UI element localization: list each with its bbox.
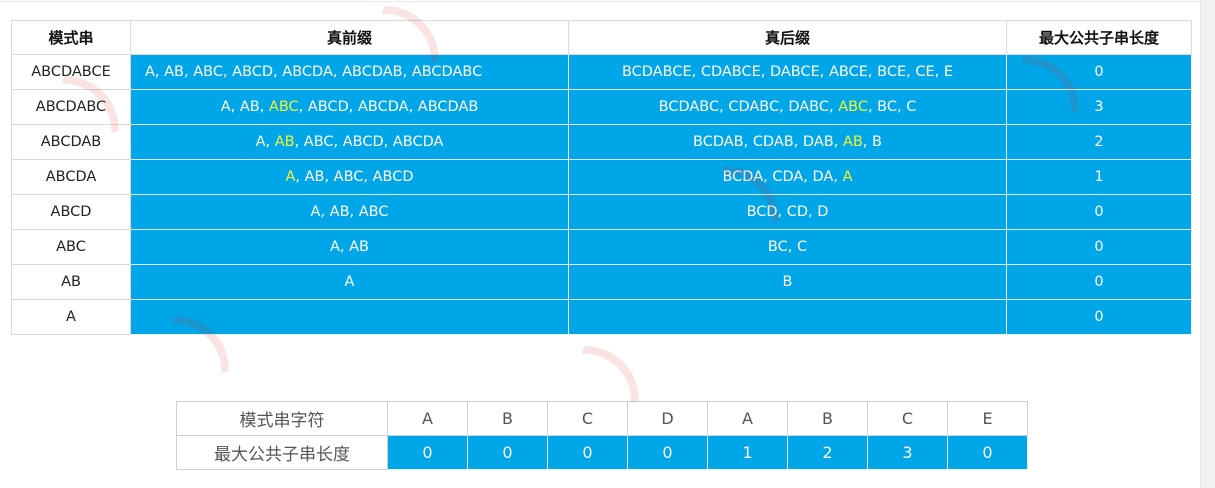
- vertical-scrollbar[interactable]: [1200, 0, 1215, 488]
- pattern-char-cell: A: [387, 401, 468, 436]
- prefix-text: A, AB, ABC: [310, 204, 389, 220]
- pattern-char-cell: B: [467, 401, 548, 436]
- table-row: A0: [11, 299, 1192, 335]
- prefix-cell: A, AB, ABC, ABCD, ABCDA, ABCDAB: [130, 89, 569, 125]
- highlighted-common-substring: ABC: [268, 99, 299, 115]
- table-row: ABCDAB A, AB, ABC, ABCD, ABCDA BCDAB, CDAB…: [11, 124, 1192, 160]
- pattern-char-cell: D: [627, 401, 708, 436]
- length-value-cell: 0: [467, 435, 548, 470]
- max-length-cell: 0: [1006, 194, 1192, 230]
- length-row: 最大公共子串长度 00001230: [176, 435, 1028, 470]
- char-row-label: 模式串字符: [176, 401, 388, 436]
- length-row-label: 最大公共子串长度: [176, 435, 388, 470]
- char-row: 模式串字符 ABCDABCE: [176, 401, 1028, 436]
- prefix-text: , ABCD, ABCDA, ABCDAB: [298, 99, 479, 115]
- prefix-text: A: [344, 274, 355, 290]
- suffix-text: BCD, CD, D: [746, 204, 829, 220]
- max-length-cell: 0: [1006, 54, 1192, 90]
- header-max-length: 最大公共子串长度: [1006, 20, 1192, 55]
- prefix-cell: A, AB, ABC, ABCD, ABCDA: [130, 124, 569, 160]
- highlighted-common-substring: AB: [842, 134, 863, 150]
- suffix-text: B: [782, 274, 793, 290]
- max-length-cell: 2: [1006, 124, 1192, 160]
- pattern-char-cell: C: [547, 401, 628, 436]
- prefix-text: A,: [255, 134, 275, 150]
- prefix-cell: [130, 299, 569, 335]
- header-suffix: 真后缀: [568, 20, 1007, 55]
- highlighted-common-substring: AB: [274, 134, 295, 150]
- suffix-cell: BCDABCE, CDABCE, DABCE, ABCE, BCE, CE, E: [568, 54, 1007, 90]
- suffix-text: BCDABCE, CDABCE, DABCE, ABCE, BCE, CE, E: [621, 64, 953, 80]
- suffix-text: BCDA, CDA, DA,: [722, 169, 843, 185]
- max-length-cell: 3: [1006, 89, 1192, 125]
- prefix-cell: A, AB, ABC: [130, 194, 569, 230]
- prefix-cell: A, AB: [130, 229, 569, 265]
- suffix-text: BCDAB, CDAB, DAB,: [693, 134, 843, 150]
- pattern-char-cell: B: [787, 401, 868, 436]
- prefix-suffix-table: 模式串 真前缀 真后缀 最大公共子串长度 ABCDABCE A, AB, ABC,…: [11, 20, 1192, 335]
- pattern-cell: ABCDA: [11, 159, 131, 195]
- length-value-cell: 1: [707, 435, 788, 470]
- suffix-text: , BC, C: [867, 99, 917, 115]
- table-row: AB A B 0: [11, 264, 1192, 300]
- top-divider: [0, 1, 1200, 2]
- header-prefix: 真前缀: [130, 20, 569, 55]
- max-length-cell: 0: [1006, 229, 1192, 265]
- suffix-cell: [568, 299, 1007, 335]
- prefix-text: , ABC, ABCD, ABCDA: [294, 134, 444, 150]
- table-row: ABCDABC A, AB, ABC, ABCD, ABCDA, ABCDAB BC…: [11, 89, 1192, 125]
- highlighted-common-substring: ABC: [838, 99, 868, 115]
- char-length-table: 模式串字符 ABCDABCE 最大公共子串长度 00001230: [176, 401, 1028, 470]
- table-body: ABCDABCE A, AB, ABC, ABCD, ABCDA, ABCDAB,…: [11, 54, 1192, 335]
- highlighted-common-substring: A: [285, 169, 296, 185]
- prefix-cell: A, AB, ABC, ABCD: [130, 159, 569, 195]
- prefix-text: A, AB,: [220, 99, 269, 115]
- suffix-cell: BCDAB, CDAB, DAB, AB, B: [568, 124, 1007, 160]
- length-value-cell: 3: [867, 435, 948, 470]
- length-value-cell: 0: [387, 435, 468, 470]
- table-row: ABCD A, AB, ABC BCD, CD, D 0: [11, 194, 1192, 230]
- suffix-cell: B: [568, 264, 1007, 300]
- pattern-cell: AB: [11, 264, 131, 300]
- table-row: ABCDA A, AB, ABC, ABCD BCDA, CDA, DA, A1: [11, 159, 1192, 195]
- suffix-text: BC, C: [767, 239, 808, 255]
- highlighted-common-substring: A: [842, 169, 853, 185]
- table-row: ABCDABCE A, AB, ABC, ABCD, ABCDA, ABCDAB,…: [11, 54, 1192, 90]
- suffix-cell: BCDA, CDA, DA, A: [568, 159, 1007, 195]
- pattern-cell: ABCDABCE: [11, 54, 131, 90]
- suffix-cell: BCDABC, CDABC, DABC, ABC, BC, C: [568, 89, 1007, 125]
- table-header-row: 模式串 真前缀 真后缀 最大公共子串长度: [11, 20, 1192, 55]
- pattern-char-cell: A: [707, 401, 788, 436]
- length-value-cell: 0: [547, 435, 628, 470]
- prefix-cell: A, AB, ABC, ABCD, ABCDA, ABCDAB, ABCDABC: [130, 54, 569, 90]
- length-value-cell: 2: [787, 435, 868, 470]
- pattern-char-cell: E: [947, 401, 1028, 436]
- max-length-cell: 1: [1006, 159, 1192, 195]
- pattern-cell: ABCDAB: [11, 124, 131, 160]
- prefix-text: A, AB, ABC, ABCD, ABCDA, ABCDAB, ABCDABC: [145, 64, 483, 80]
- prefix-cell: A: [130, 264, 569, 300]
- max-length-cell: 0: [1006, 299, 1192, 335]
- header-pattern: 模式串: [11, 20, 131, 55]
- prefix-text: , AB, ABC, ABCD: [295, 169, 414, 185]
- max-length-cell: 0: [1006, 264, 1192, 300]
- pattern-cell: ABCDABC: [11, 89, 131, 125]
- suffix-cell: BCD, CD, D: [568, 194, 1007, 230]
- table-row: ABC A, AB BC, C 0: [11, 229, 1192, 265]
- pattern-cell: ABC: [11, 229, 131, 265]
- prefix-text: A, AB: [329, 239, 369, 255]
- length-value-cell: 0: [947, 435, 1028, 470]
- pattern-char-cell: C: [867, 401, 948, 436]
- pattern-cell: ABCD: [11, 194, 131, 230]
- length-value-cell: 0: [627, 435, 708, 470]
- pattern-cell: A: [11, 299, 131, 335]
- suffix-text: , B: [862, 134, 882, 150]
- suffix-text: BCDABC, CDABC, DABC,: [658, 99, 839, 115]
- suffix-cell: BC, C: [568, 229, 1007, 265]
